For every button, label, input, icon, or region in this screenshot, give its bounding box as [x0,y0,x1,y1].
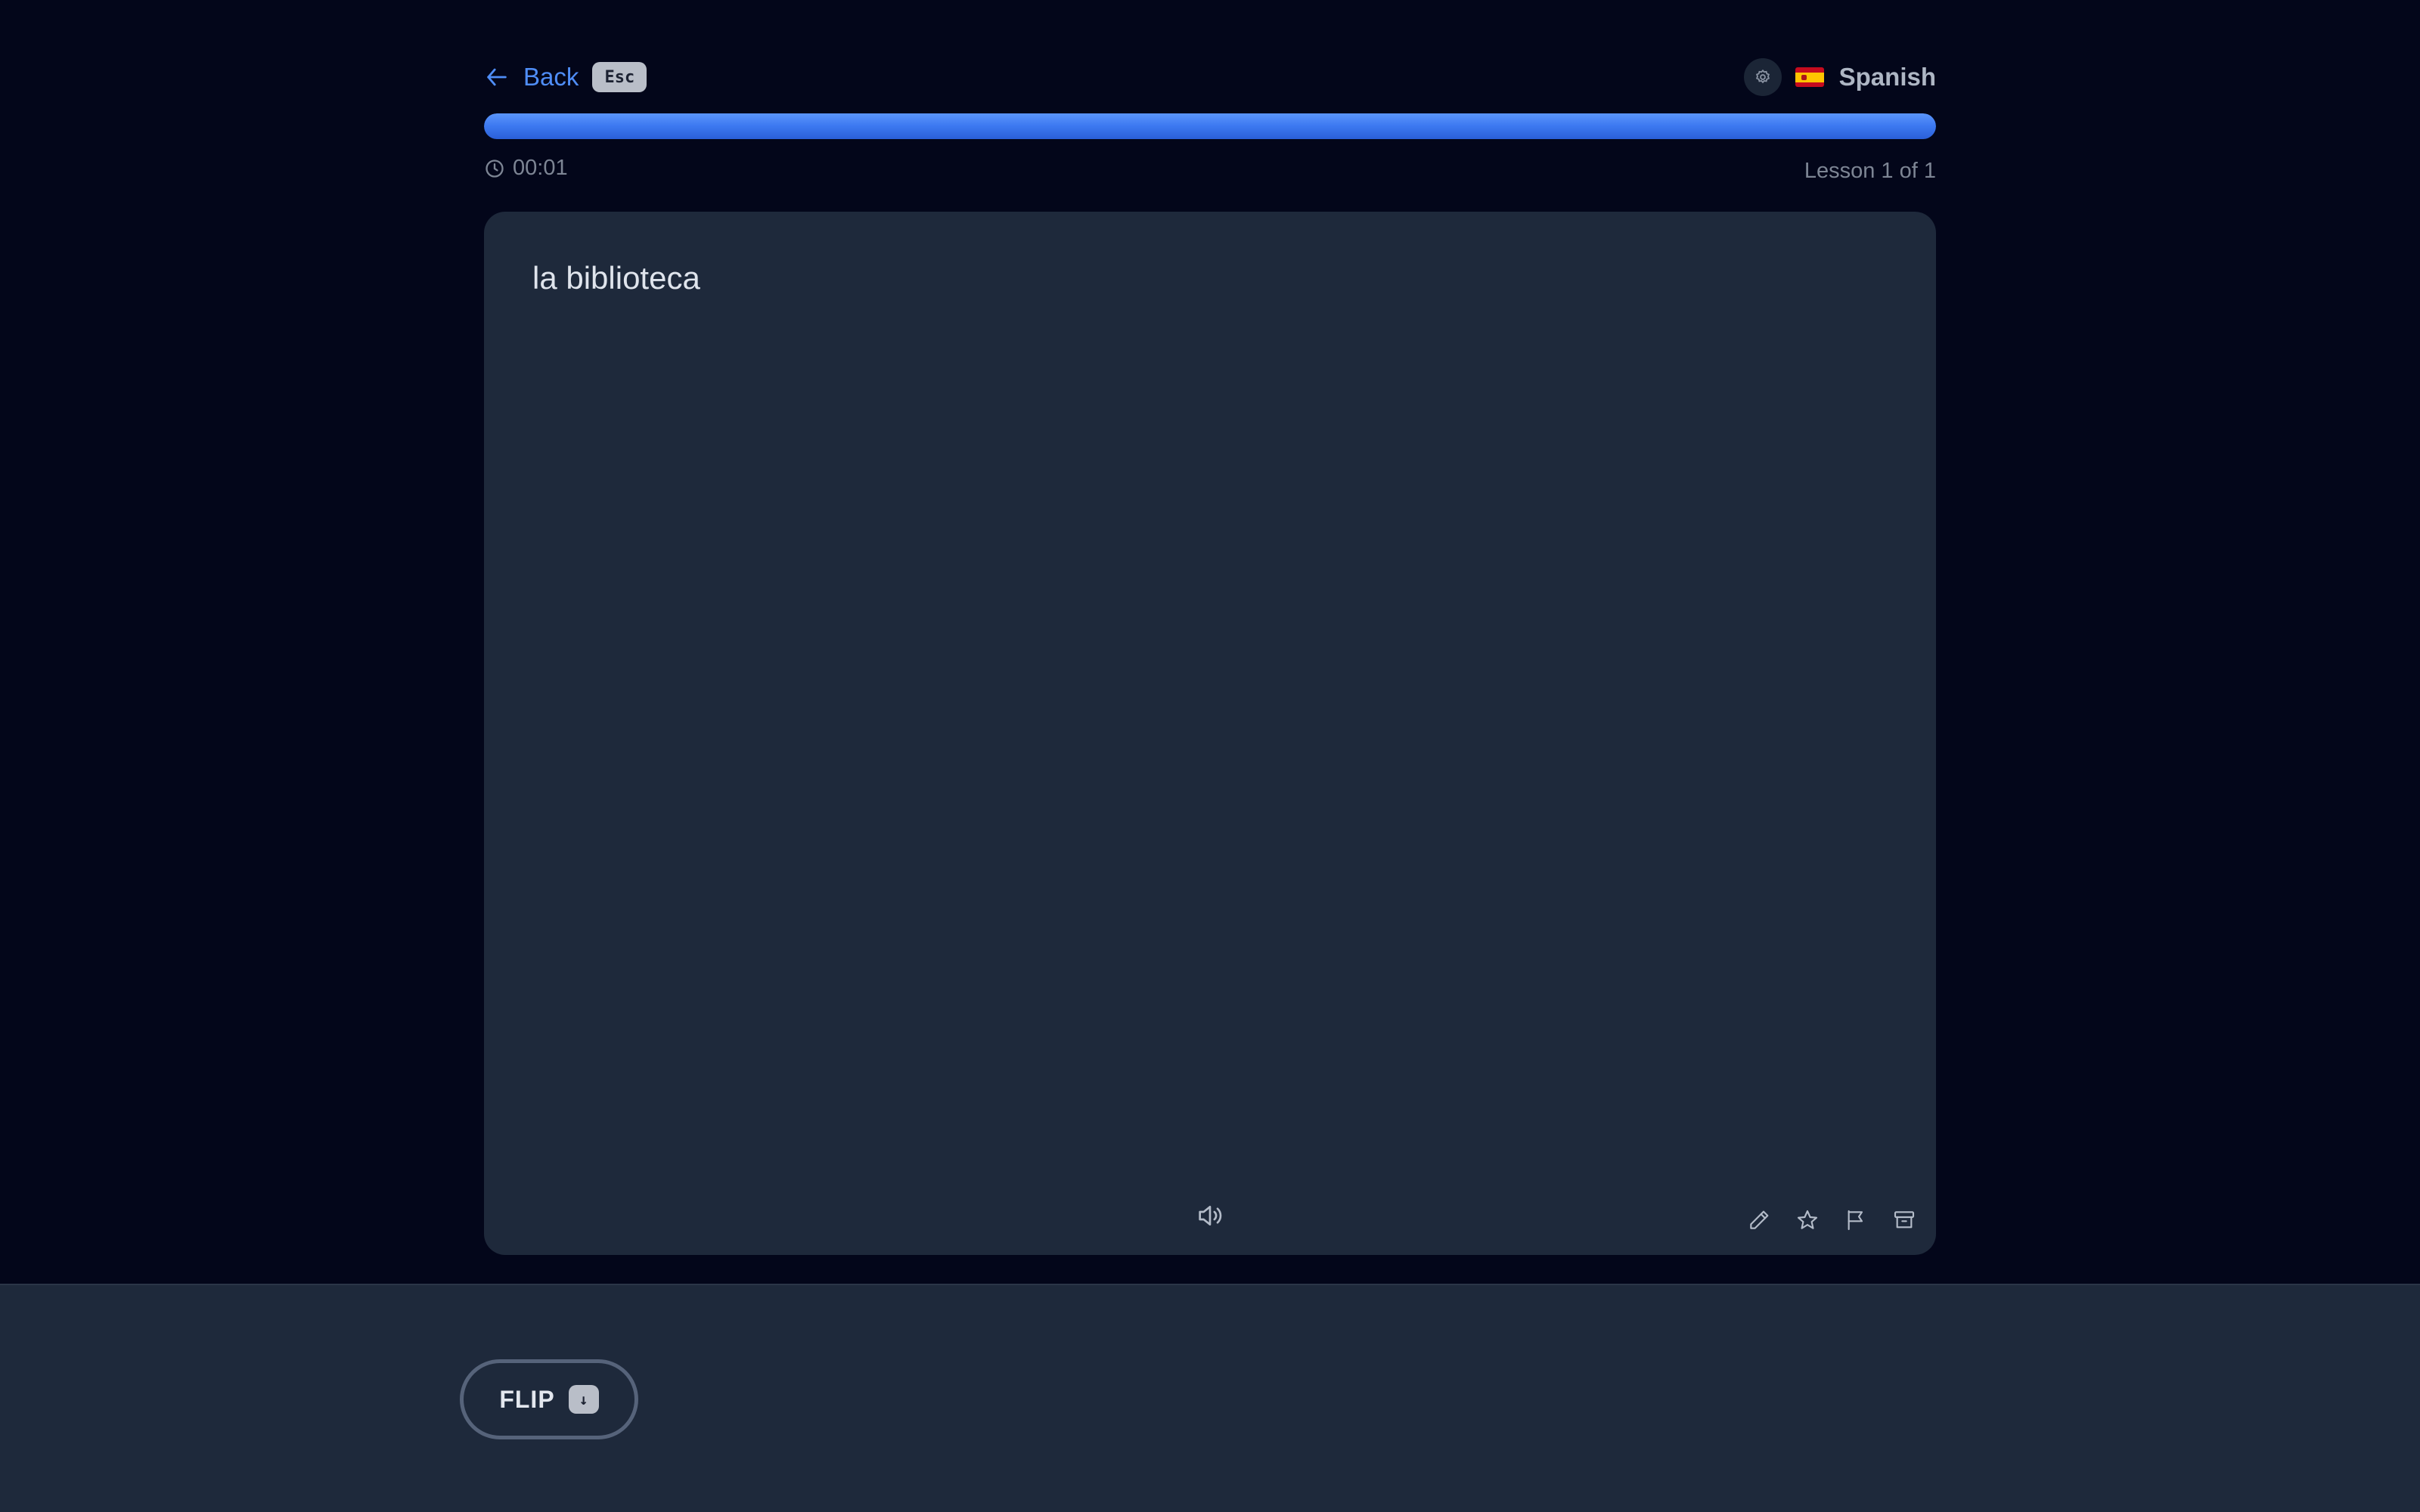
flip-shortcut-badge: ↓ [568,1385,599,1414]
action-footer: FLIP ↓ [0,1284,2420,1512]
card-actions [1727,1204,1921,1237]
spain-flag-icon [1795,67,1824,87]
esc-shortcut-badge: Esc [592,62,647,92]
archive-button[interactable] [1888,1204,1921,1237]
clock-icon [486,159,504,178]
card-term: la biblioteca [532,260,700,296]
flashcard-page: Back Esc Spanish 00:01 Lesson 1 of 1 la … [0,0,2420,1512]
flashcard[interactable]: la biblioteca [484,212,1936,1255]
speaker-icon [1199,1206,1222,1225]
lesson-counter: Lesson 1 of 1 [1804,159,1936,183]
progress-bar [484,113,1936,139]
timer-value: 00:01 [513,156,568,180]
speaker-button[interactable] [1193,1199,1227,1232]
flip-button[interactable]: FLIP ↓ [460,1359,638,1439]
favorite-button[interactable] [1791,1204,1824,1237]
timer: 00:01 [484,156,568,181]
star-icon [1797,1210,1818,1229]
flip-label: FLIP [499,1385,555,1413]
archive-icon [1894,1211,1915,1228]
back-label: Back [523,63,579,91]
back-button[interactable]: Back [484,63,579,91]
report-button[interactable] [1839,1204,1872,1237]
flag-icon [1848,1210,1863,1231]
back-group: Back Esc [484,59,647,95]
language-name: Spanish [1838,63,1936,91]
arrow-left-icon [487,68,507,86]
edit-button[interactable] [1742,1204,1776,1237]
meta-row: 00:01 Lesson 1 of 1 [484,156,1936,186]
study-area: Back Esc Spanish 00:01 Lesson 1 of 1 la … [0,0,2420,1284]
settings-button[interactable] [1743,58,1782,96]
language-group: Spanish [1743,58,1936,96]
header-bar: Back Esc Spanish [484,58,1936,96]
settings-icon [1755,69,1770,84]
pencil-icon [1750,1210,1769,1229]
progress-fill [484,113,1936,139]
